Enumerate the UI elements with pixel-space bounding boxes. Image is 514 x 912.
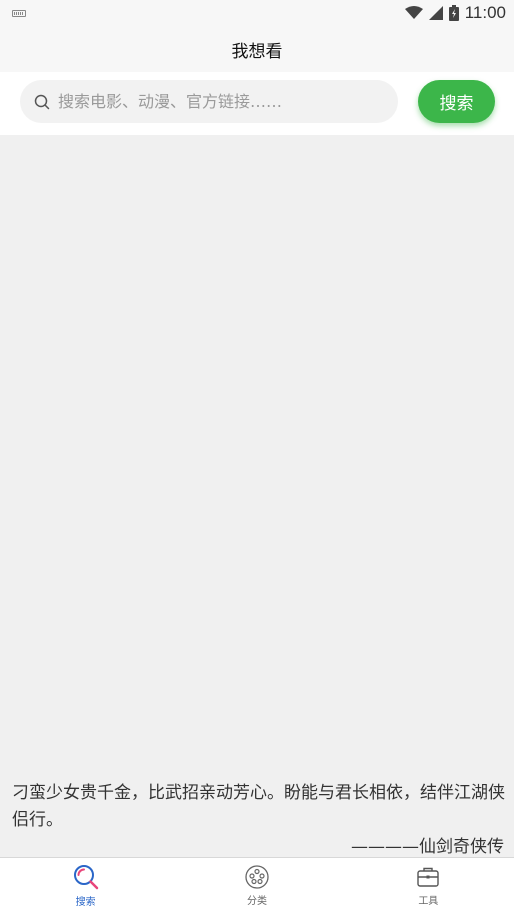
search-icon [34, 94, 50, 109]
nav-label-category: 分类 [246, 895, 267, 907]
search-bar: 搜索 [0, 72, 514, 135]
nav-label-tools: 工具 [418, 895, 439, 907]
search-box[interactable] [20, 80, 398, 123]
nav-label-search: 搜索 [75, 896, 96, 908]
app-header: 我想看 [0, 26, 514, 72]
nav-item-category[interactable]: 分类 [171, 858, 342, 912]
nav-item-tools[interactable]: 工具 [343, 858, 514, 912]
nav-item-search[interactable]: 搜索 [0, 858, 171, 912]
film-reel-icon [245, 864, 269, 889]
search-input[interactable] [58, 92, 378, 111]
page-title: 我想看 [231, 41, 283, 62]
search-icon [73, 864, 98, 889]
status-time: 11:00 [464, 3, 506, 22]
quote-text: 刁蛮少女贵千金，比武招亲动芳心。盼能与君长相依，结伴江湖侠侣行。 [12, 783, 505, 830]
status-bar: 11:00 [0, 0, 514, 26]
content-area [0, 135, 514, 857]
bottom-nav: 搜索 分类 工具 [0, 857, 514, 912]
wifi-icon [404, 6, 423, 19]
toolbox-icon [417, 867, 440, 887]
status-icons: 11:00 [404, 3, 506, 23]
battery-icon [448, 5, 459, 21]
search-button[interactable]: 搜索 [418, 80, 495, 123]
signal-icon [428, 6, 443, 20]
quote-source: ————仙剑奇侠传 [351, 837, 504, 857]
keyboard-icon [12, 9, 26, 17]
